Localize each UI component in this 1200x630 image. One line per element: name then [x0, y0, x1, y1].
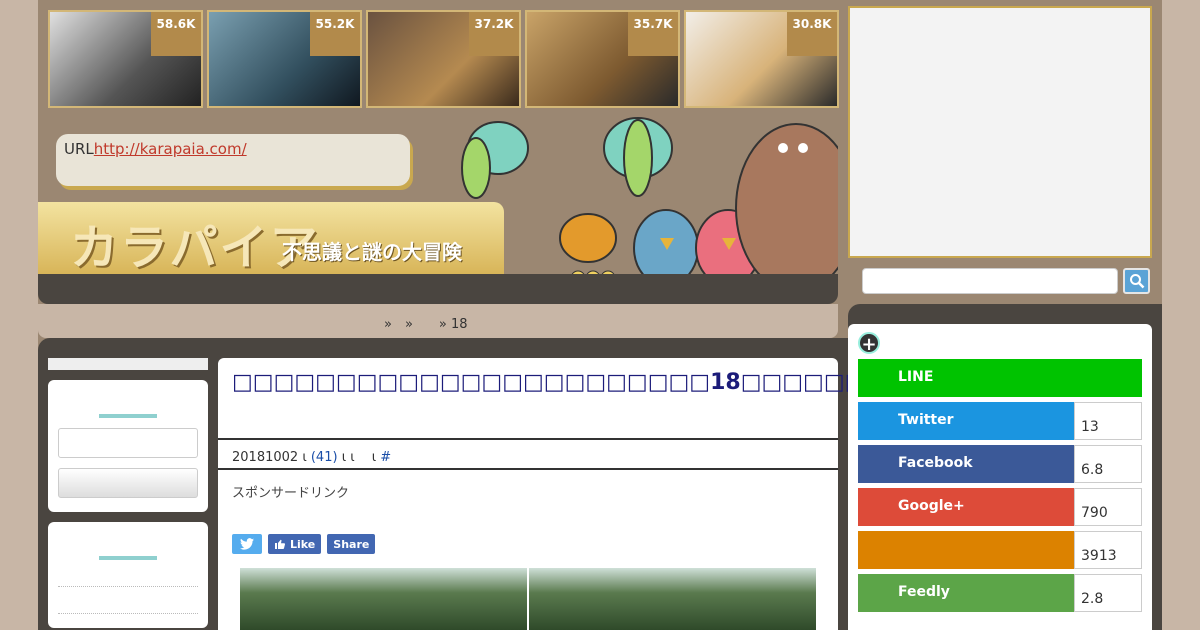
bookmark-share-count: 3913 — [1074, 531, 1142, 569]
butterfly-mascot-icon — [461, 117, 673, 199]
url-label: URL — [64, 140, 94, 158]
bookmark-share-label — [858, 531, 1074, 569]
like-label: Like — [290, 537, 316, 551]
plus-icon[interactable]: + — [858, 332, 880, 355]
sidebar-list-widget — [48, 522, 208, 628]
ad-slot[interactable] — [848, 6, 1152, 258]
share-row-twitter[interactable]: Twitter 13 — [858, 402, 1142, 440]
meta-separator: ι ι ι — [341, 450, 377, 465]
url-box: URLhttp://karapaia.com/ — [56, 134, 410, 186]
line-share-label: LINE — [858, 359, 1142, 397]
facebook-share-button[interactable]: Share — [327, 534, 376, 554]
photo-left — [240, 568, 527, 630]
share-row-googleplus[interactable]: Google+ 790 — [858, 488, 1142, 526]
photo-right — [529, 568, 816, 630]
share-row-line[interactable]: LINE — [858, 359, 1142, 397]
left-sidebar — [48, 358, 208, 628]
search-icon — [1129, 274, 1144, 289]
site-logo[interactable]: カラパイア 不思議と謎の大冒険 — [38, 202, 504, 276]
sidebar-search-input[interactable] — [58, 428, 198, 458]
thumbs-up-icon — [275, 539, 286, 549]
view-count-badge: 30.8K — [787, 12, 837, 56]
tweet-button[interactable] — [232, 534, 262, 554]
feedly-share-label: Feedly — [858, 574, 1074, 612]
sidebar-search-button[interactable] — [58, 468, 198, 498]
popular-thumbnails: 58.6K 55.2K 37.2K 35.7K 30.8K — [48, 10, 839, 108]
share-row-facebook[interactable]: Facebook 6.8 — [858, 445, 1142, 483]
article-title[interactable]: □□□□□□□□□□□□□□□□□□□□□□□18□□□□□□□□□□□□□□□… — [218, 358, 1156, 438]
twitter-share-label: Twitter — [858, 402, 1074, 440]
search-button[interactable] — [1123, 268, 1150, 294]
meta-separator: ι — [302, 450, 307, 465]
share-section: + LINE Twitter 13 Facebook 6.8 Google+ 7… — [848, 304, 1162, 630]
widget-heading-bar — [99, 556, 157, 560]
article-image — [240, 568, 816, 630]
header: 58.6K 55.2K 37.2K 35.7K 30.8K URLhttp://… — [38, 0, 839, 304]
logo-subtitle: 不思議と謎の大冒険 — [282, 240, 462, 264]
twitter-bird-icon — [240, 538, 254, 550]
site-url-link[interactable]: http://karapaia.com/ — [94, 140, 247, 158]
comment-count-link[interactable]: (41) — [311, 450, 338, 465]
page: 58.6K 55.2K 37.2K 35.7K 30.8K URLhttp://… — [38, 0, 1162, 630]
feedly-share-count: 2.8 — [1074, 574, 1142, 612]
thumbnail-2[interactable]: 55.2K — [207, 10, 362, 108]
view-count-badge: 35.7K — [628, 12, 678, 56]
view-count-badge: 37.2K — [469, 12, 519, 56]
facebook-share-count: 6.8 — [1074, 445, 1142, 483]
thumbnail-3[interactable]: 37.2K — [366, 10, 521, 108]
facebook-share-label: Facebook — [858, 445, 1074, 483]
share-row-hatena[interactable]: 3913 — [858, 531, 1142, 569]
facebook-like-button[interactable]: Like — [268, 534, 322, 554]
googleplus-share-count: 790 — [1074, 488, 1142, 526]
right-sidebar: + LINE Twitter 13 Facebook 6.8 Google+ 7… — [848, 0, 1162, 630]
share-row-feedly[interactable]: Feedly 2.8 — [858, 574, 1142, 612]
main-content-area: □□□□□□□□□□□□□□□□□□□□□□□18□□□□□□□□□□□□□□□… — [38, 338, 1156, 630]
twitter-share-count: 13 — [1074, 402, 1142, 440]
view-count-badge: 58.6K — [151, 12, 201, 56]
thumbnail-1[interactable]: 58.6K — [48, 10, 203, 108]
sponsored-link-label: スポンサードリンク — [232, 486, 350, 501]
list-divider — [58, 586, 198, 587]
widget-heading-bar — [99, 414, 157, 418]
googleplus-share-label: Google+ — [858, 488, 1074, 526]
permalink-hash[interactable]: # — [380, 450, 391, 465]
sidebar-search-widget — [48, 380, 208, 512]
sidebar-bar — [48, 358, 208, 370]
article: □□□□□□□□□□□□□□□□□□□□□□□18□□□□□□□□□□□□□□□… — [218, 358, 1156, 630]
header-footer-bar — [38, 274, 838, 304]
breadcrumb[interactable]: » » » 18 — [38, 304, 838, 338]
thumbnail-5[interactable]: 30.8K — [684, 10, 839, 108]
post-date: 20181002 — [232, 450, 299, 465]
thumbnail-4[interactable]: 35.7K — [525, 10, 680, 108]
view-count-badge: 55.2K — [310, 12, 360, 56]
share-count-panel: + LINE Twitter 13 Facebook 6.8 Google+ 7… — [848, 324, 1152, 630]
search-input[interactable] — [862, 268, 1118, 294]
share-buttons: Like Share — [232, 534, 376, 554]
search-bar — [848, 260, 1162, 302]
article-meta: 20181002 ι (41) ι ι ι # — [218, 438, 838, 470]
list-divider — [58, 613, 198, 614]
